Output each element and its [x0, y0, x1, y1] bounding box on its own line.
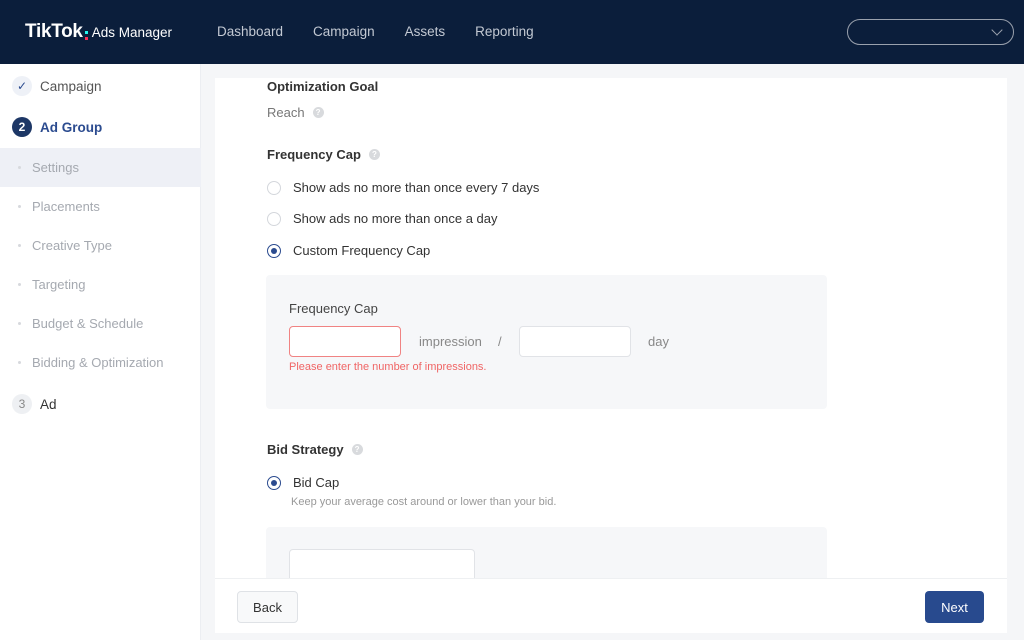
step-ad-group[interactable]: 2 Ad Group — [0, 107, 201, 147]
impressions-input[interactable] — [289, 326, 401, 357]
step-label: Ad Group — [40, 119, 103, 135]
section-title-text: Optimization Goal — [267, 79, 379, 94]
optimization-goal-value: Reach ? — [267, 105, 324, 120]
nav-assets[interactable]: Assets — [405, 24, 446, 39]
logo-colon-icon — [84, 31, 88, 40]
bid-amount-input[interactable] — [289, 549, 475, 578]
back-button[interactable]: Back — [237, 591, 298, 623]
substep-placements[interactable]: Placements — [0, 187, 201, 226]
substep-label: Targeting — [32, 277, 86, 292]
custom-frequency-cap-panel: Frequency Cap impression / day Please en… — [266, 275, 827, 409]
radio-button[interactable] — [267, 180, 281, 195]
frequency-cap-title: Frequency Cap ? — [267, 147, 380, 162]
section-title-text: Bid Strategy — [267, 442, 344, 457]
step-label: Campaign — [40, 78, 102, 94]
step-label: Ad — [40, 396, 57, 412]
account-select[interactable] — [847, 19, 1014, 45]
nav-dashboard[interactable]: Dashboard — [217, 24, 283, 39]
nav-campaign[interactable]: Campaign — [313, 24, 375, 39]
substep-label: Creative Type — [32, 238, 112, 253]
help-icon[interactable]: ? — [351, 444, 363, 455]
substep-bidding-optimization[interactable]: Bidding & Optimization — [0, 343, 201, 382]
step-number-badge: 2 — [12, 117, 32, 137]
substep-settings[interactable]: Settings — [0, 148, 201, 187]
bid-strategy-title: Bid Strategy ? — [267, 442, 363, 457]
help-icon[interactable]: ? — [312, 107, 324, 118]
check-icon: ✓ — [12, 76, 32, 96]
substep-label: Bidding & Optimization — [32, 355, 164, 370]
bullet-icon — [18, 322, 21, 325]
substep-label: Placements — [32, 199, 100, 214]
substep-label: Settings — [32, 160, 79, 175]
frequency-cap-label: Frequency Cap — [289, 301, 378, 316]
radio-label: Show ads no more than once a day — [293, 211, 498, 226]
bullet-icon — [18, 205, 21, 208]
nav-reporting[interactable]: Reporting — [475, 24, 534, 39]
radio-button-selected[interactable] — [267, 475, 281, 490]
brand-logo[interactable]: TikTok Ads Manager — [25, 21, 172, 43]
ad-group-settings-card: Optimization Goal Reach ? Frequency Cap … — [215, 78, 1007, 578]
bullet-icon — [18, 361, 21, 364]
step-ad[interactable]: 3 Ad — [0, 384, 201, 424]
product-name: Ads Manager — [91, 25, 172, 40]
main-nav: Dashboard Campaign Assets Reporting — [217, 24, 564, 39]
chevron-down-icon — [991, 24, 1003, 36]
impressions-error-message: Please enter the number of impressions. — [289, 361, 487, 373]
help-icon[interactable]: ? — [368, 149, 380, 160]
separator-slash: / — [498, 334, 502, 349]
next-button[interactable]: Next — [925, 591, 984, 623]
radio-label: Bid Cap — [293, 475, 340, 490]
frequency-option-once-a-day[interactable]: Show ads no more than once a day — [267, 211, 498, 226]
section-title-text: Frequency Cap — [267, 147, 361, 162]
bullet-icon — [18, 283, 21, 286]
day-unit-label: day — [648, 334, 669, 349]
steps-sidebar: ✓ Campaign 2 Ad Group Settings Placement… — [0, 64, 201, 640]
bid-cap-panel — [266, 527, 827, 578]
radio-button-selected[interactable] — [267, 243, 281, 258]
step-number-badge: 3 — [12, 394, 32, 414]
substep-budget-schedule[interactable]: Budget & Schedule — [0, 304, 201, 343]
radio-label: Custom Frequency Cap — [293, 243, 431, 258]
frequency-option-custom[interactable]: Custom Frequency Cap — [267, 243, 430, 258]
impression-unit-label: impression — [419, 334, 482, 349]
optimization-goal-title: Optimization Goal — [267, 79, 378, 94]
step-campaign[interactable]: ✓ Campaign — [0, 66, 201, 106]
bullet-icon — [18, 244, 21, 247]
substep-label: Budget & Schedule — [32, 316, 144, 331]
substep-targeting[interactable]: Targeting — [0, 265, 201, 304]
tiktok-logo: TikTok — [25, 21, 83, 42]
radio-button[interactable] — [267, 211, 281, 226]
footer-actions: Back Next — [215, 578, 1007, 633]
optimization-goal-text: Reach — [267, 105, 305, 120]
top-navigation-bar: TikTok Ads Manager Dashboard Campaign As… — [0, 0, 1024, 64]
substep-creative-type[interactable]: Creative Type — [0, 226, 201, 265]
days-input[interactable] — [519, 326, 631, 357]
bid-cap-option[interactable]: Bid Cap — [267, 475, 339, 490]
radio-label: Show ads no more than once every 7 days — [293, 180, 540, 195]
bid-cap-hint: Keep your average cost around or lower t… — [291, 496, 557, 508]
bullet-icon — [18, 166, 21, 169]
frequency-option-7-days[interactable]: Show ads no more than once every 7 days — [267, 180, 539, 195]
